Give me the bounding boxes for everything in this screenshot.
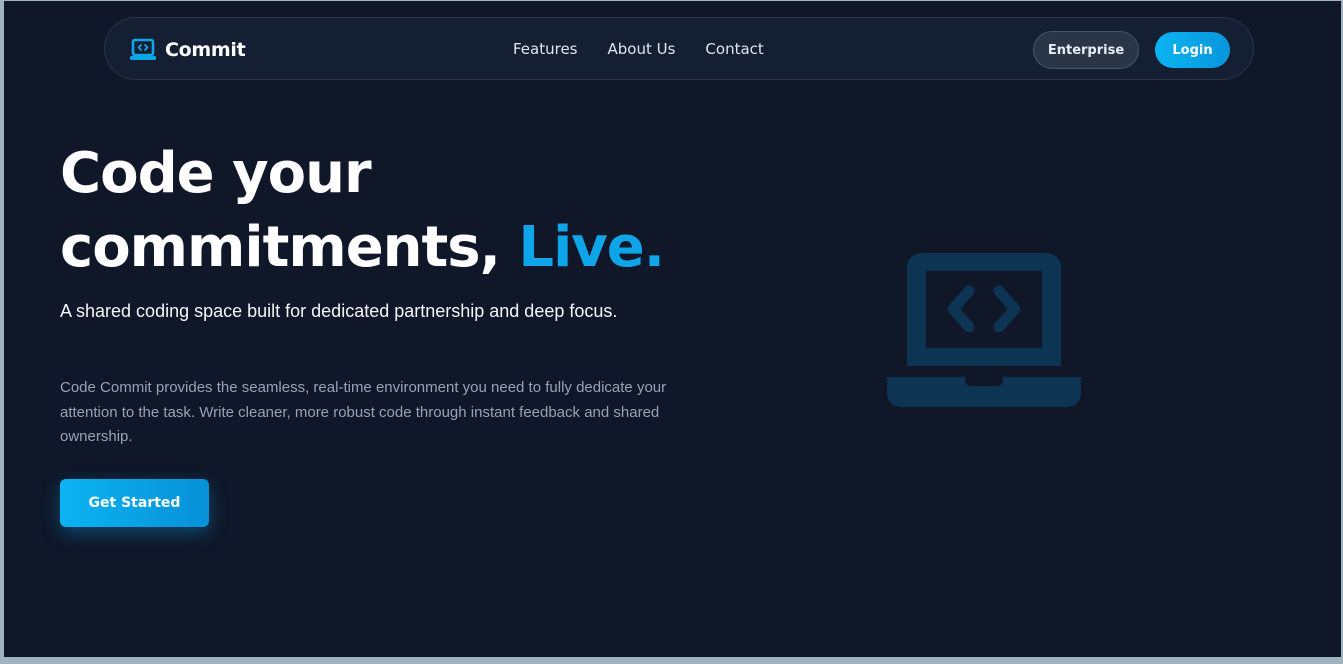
laptop-code-icon	[129, 38, 157, 62]
nav-link-about-us[interactable]: About Us	[608, 40, 676, 58]
hero-title-line1: Code your	[60, 141, 372, 206]
login-button[interactable]: Login	[1155, 32, 1230, 68]
nav-link-features[interactable]: Features	[513, 40, 578, 58]
hero-title-accent: Live.	[518, 215, 665, 280]
page: Commit Features About Us Contact Enterpr…	[4, 1, 1341, 657]
navbar: Commit Features About Us Contact Enterpr…	[104, 17, 1254, 80]
enterprise-button[interactable]: Enterprise	[1033, 31, 1139, 69]
brand-name: Commit	[165, 39, 246, 61]
brand-logo[interactable]: Commit	[129, 37, 246, 63]
hero-title: Code your commitments, Live.	[60, 137, 760, 285]
hero-description: Code Commit provides the seamless, real-…	[60, 379, 667, 445]
hero-title-line2: commitments,	[60, 215, 519, 280]
get-started-button[interactable]: Get Started	[60, 479, 209, 527]
hero-subtitle: A shared coding space built for dedicate…	[60, 301, 618, 321]
nav-link-contact[interactable]: Contact	[705, 40, 763, 58]
nav-links: Features About Us Contact	[513, 40, 764, 58]
laptop-code-icon	[887, 251, 1081, 407]
